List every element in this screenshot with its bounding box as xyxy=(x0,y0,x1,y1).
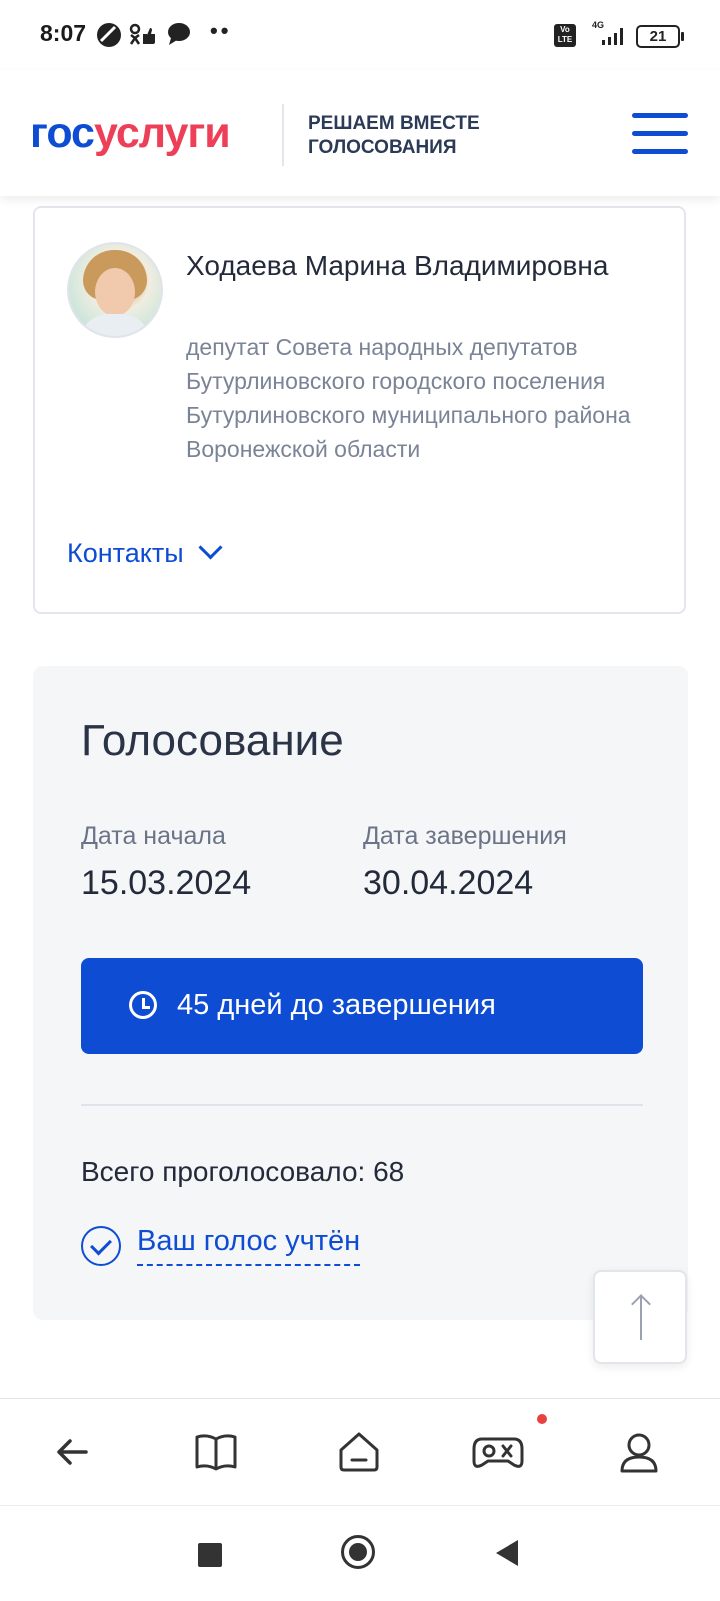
end-date-label: Дата завершения xyxy=(363,822,567,850)
header-tagline: РЕШАЕМ ВМЕСТЕ ГОЛОСОВАНИЯ xyxy=(308,112,480,160)
voting-card: Голосование Дата начала 15.03.2024 Дата … xyxy=(33,666,688,1320)
divider xyxy=(81,1104,643,1106)
arrow-up-icon xyxy=(640,1296,642,1340)
profile-icon[interactable] xyxy=(616,1429,662,1475)
menu-icon[interactable] xyxy=(632,113,688,157)
gamepad-icon[interactable] xyxy=(472,1429,524,1475)
ok-app-icon xyxy=(129,23,155,45)
header-divider xyxy=(282,104,284,166)
home-icon[interactable] xyxy=(336,1429,382,1475)
more-notifications-icon: •• xyxy=(210,18,232,43)
candidate-card: Ходаева Марина Владимировна депутат Сове… xyxy=(33,206,686,614)
app-header: госуслуги РЕШАЕМ ВМЕСТЕ ГОЛОСОВАНИЯ xyxy=(0,70,720,196)
tagline-line2: ГОЛОСОВАНИЯ xyxy=(308,137,457,158)
volte-icon: Vo LTE xyxy=(554,24,576,47)
chevron-down-icon xyxy=(198,535,223,560)
start-date-value: 15.03.2024 xyxy=(81,864,252,902)
book-icon[interactable] xyxy=(193,1429,239,1475)
back-button[interactable] xyxy=(496,1540,518,1566)
candidate-role: депутат Совета народных депутатов Бутурл… xyxy=(186,334,631,462)
avatar xyxy=(67,242,163,338)
clock-icon xyxy=(129,991,157,1019)
scroll-to-top-button[interactable] xyxy=(593,1270,687,1364)
voting-title: Голосование xyxy=(81,716,344,765)
logo-part2: услуги xyxy=(93,109,231,157)
end-date-value: 30.04.2024 xyxy=(363,864,534,902)
browser-bottom-nav xyxy=(0,1398,720,1505)
contacts-label: Контакты xyxy=(67,538,184,568)
contacts-toggle[interactable]: Контакты xyxy=(67,535,223,569)
days-left-button[interactable]: 45 дней до завершения xyxy=(81,958,643,1054)
days-left-text: 45 дней до завершения xyxy=(177,989,496,1021)
candidate-name: Ходаева Марина Владимировна xyxy=(186,250,609,281)
signal-icon xyxy=(602,28,623,45)
start-date-label: Дата начала xyxy=(81,822,226,850)
gosuslugi-logo[interactable]: госуслуги xyxy=(30,109,231,158)
notification-dot xyxy=(537,1414,547,1424)
home-button[interactable] xyxy=(341,1535,375,1569)
vote-status-link[interactable]: Ваш голос учтён xyxy=(137,1225,361,1266)
message-icon xyxy=(168,23,190,45)
tagline-line1: РЕШАЕМ ВМЕСТЕ xyxy=(308,113,480,134)
system-nav-bar xyxy=(0,1505,720,1601)
back-arrow-icon[interactable] xyxy=(50,1429,96,1475)
recent-apps-button[interactable] xyxy=(198,1543,222,1567)
check-circle-icon xyxy=(81,1226,121,1266)
logo-part1: гос xyxy=(30,109,95,157)
battery-icon: 21 xyxy=(636,25,684,48)
status-time: 8:07 xyxy=(40,20,87,46)
total-votes: Всего проголосовало: 68 xyxy=(81,1156,405,1187)
do-not-disturb-icon xyxy=(97,23,121,47)
status-bar: 8:07 •• Vo LTE 4G 21 xyxy=(0,0,720,70)
